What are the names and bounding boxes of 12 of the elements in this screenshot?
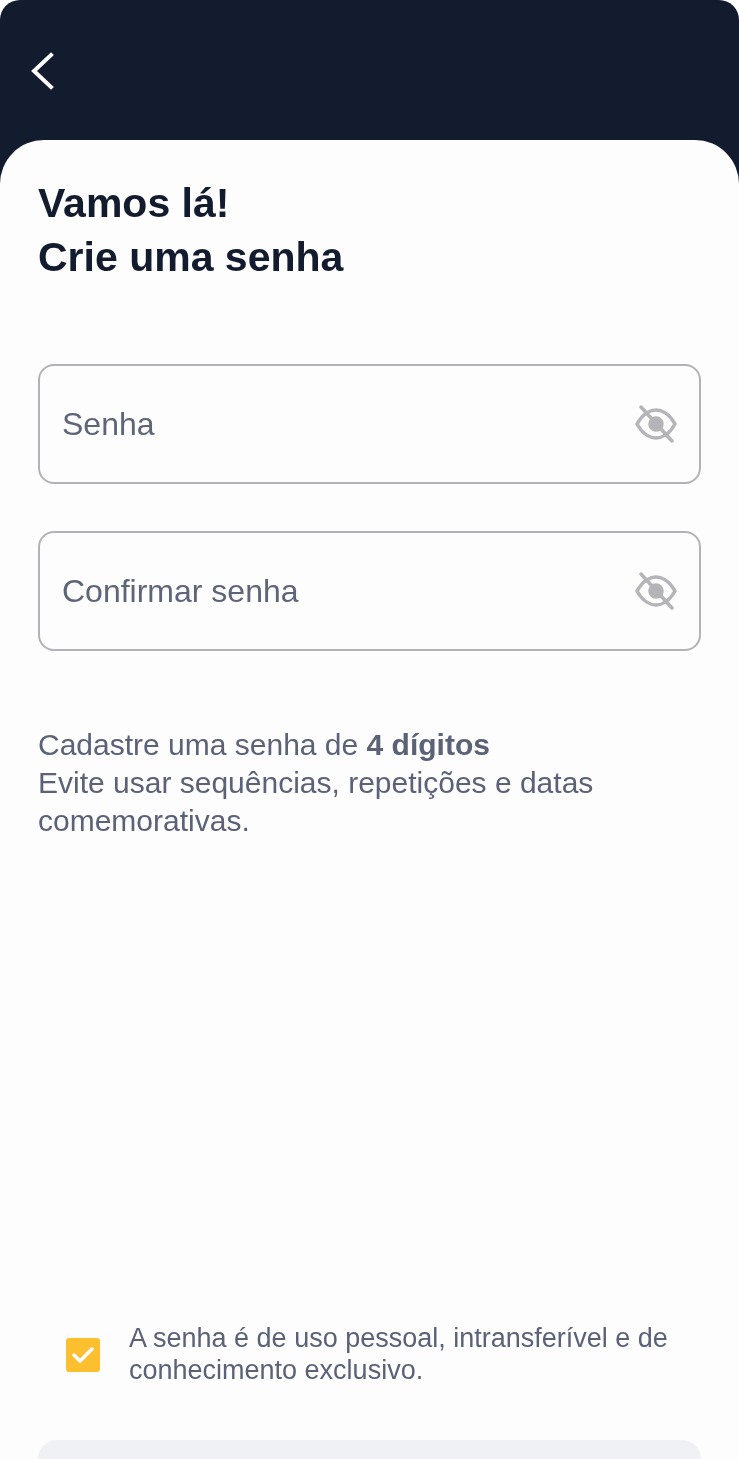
heading-text: Crie uma senha [38,233,344,282]
checkmark-icon [72,1347,94,1363]
password-field[interactable]: Confirmar senha [38,531,701,651]
consent-text: A senha é de uso pessoal, intransferível e de conhecimento exclusivo. [129,1322,669,1386]
checkbox[interactable] [66,1338,100,1372]
password-field[interactable]: Senha [38,364,701,484]
back-icon[interactable] [29,52,55,90]
hint-text: Cadastre uma senha de 4 dígitos [38,727,491,763]
hint-text: Evite usar sequências, repetições e datas comemorativas. [38,765,595,839]
eye-off-icon[interactable] [635,572,677,610]
eye-off-icon[interactable] [635,405,677,443]
heading-text: Vamos lá! [38,179,230,228]
